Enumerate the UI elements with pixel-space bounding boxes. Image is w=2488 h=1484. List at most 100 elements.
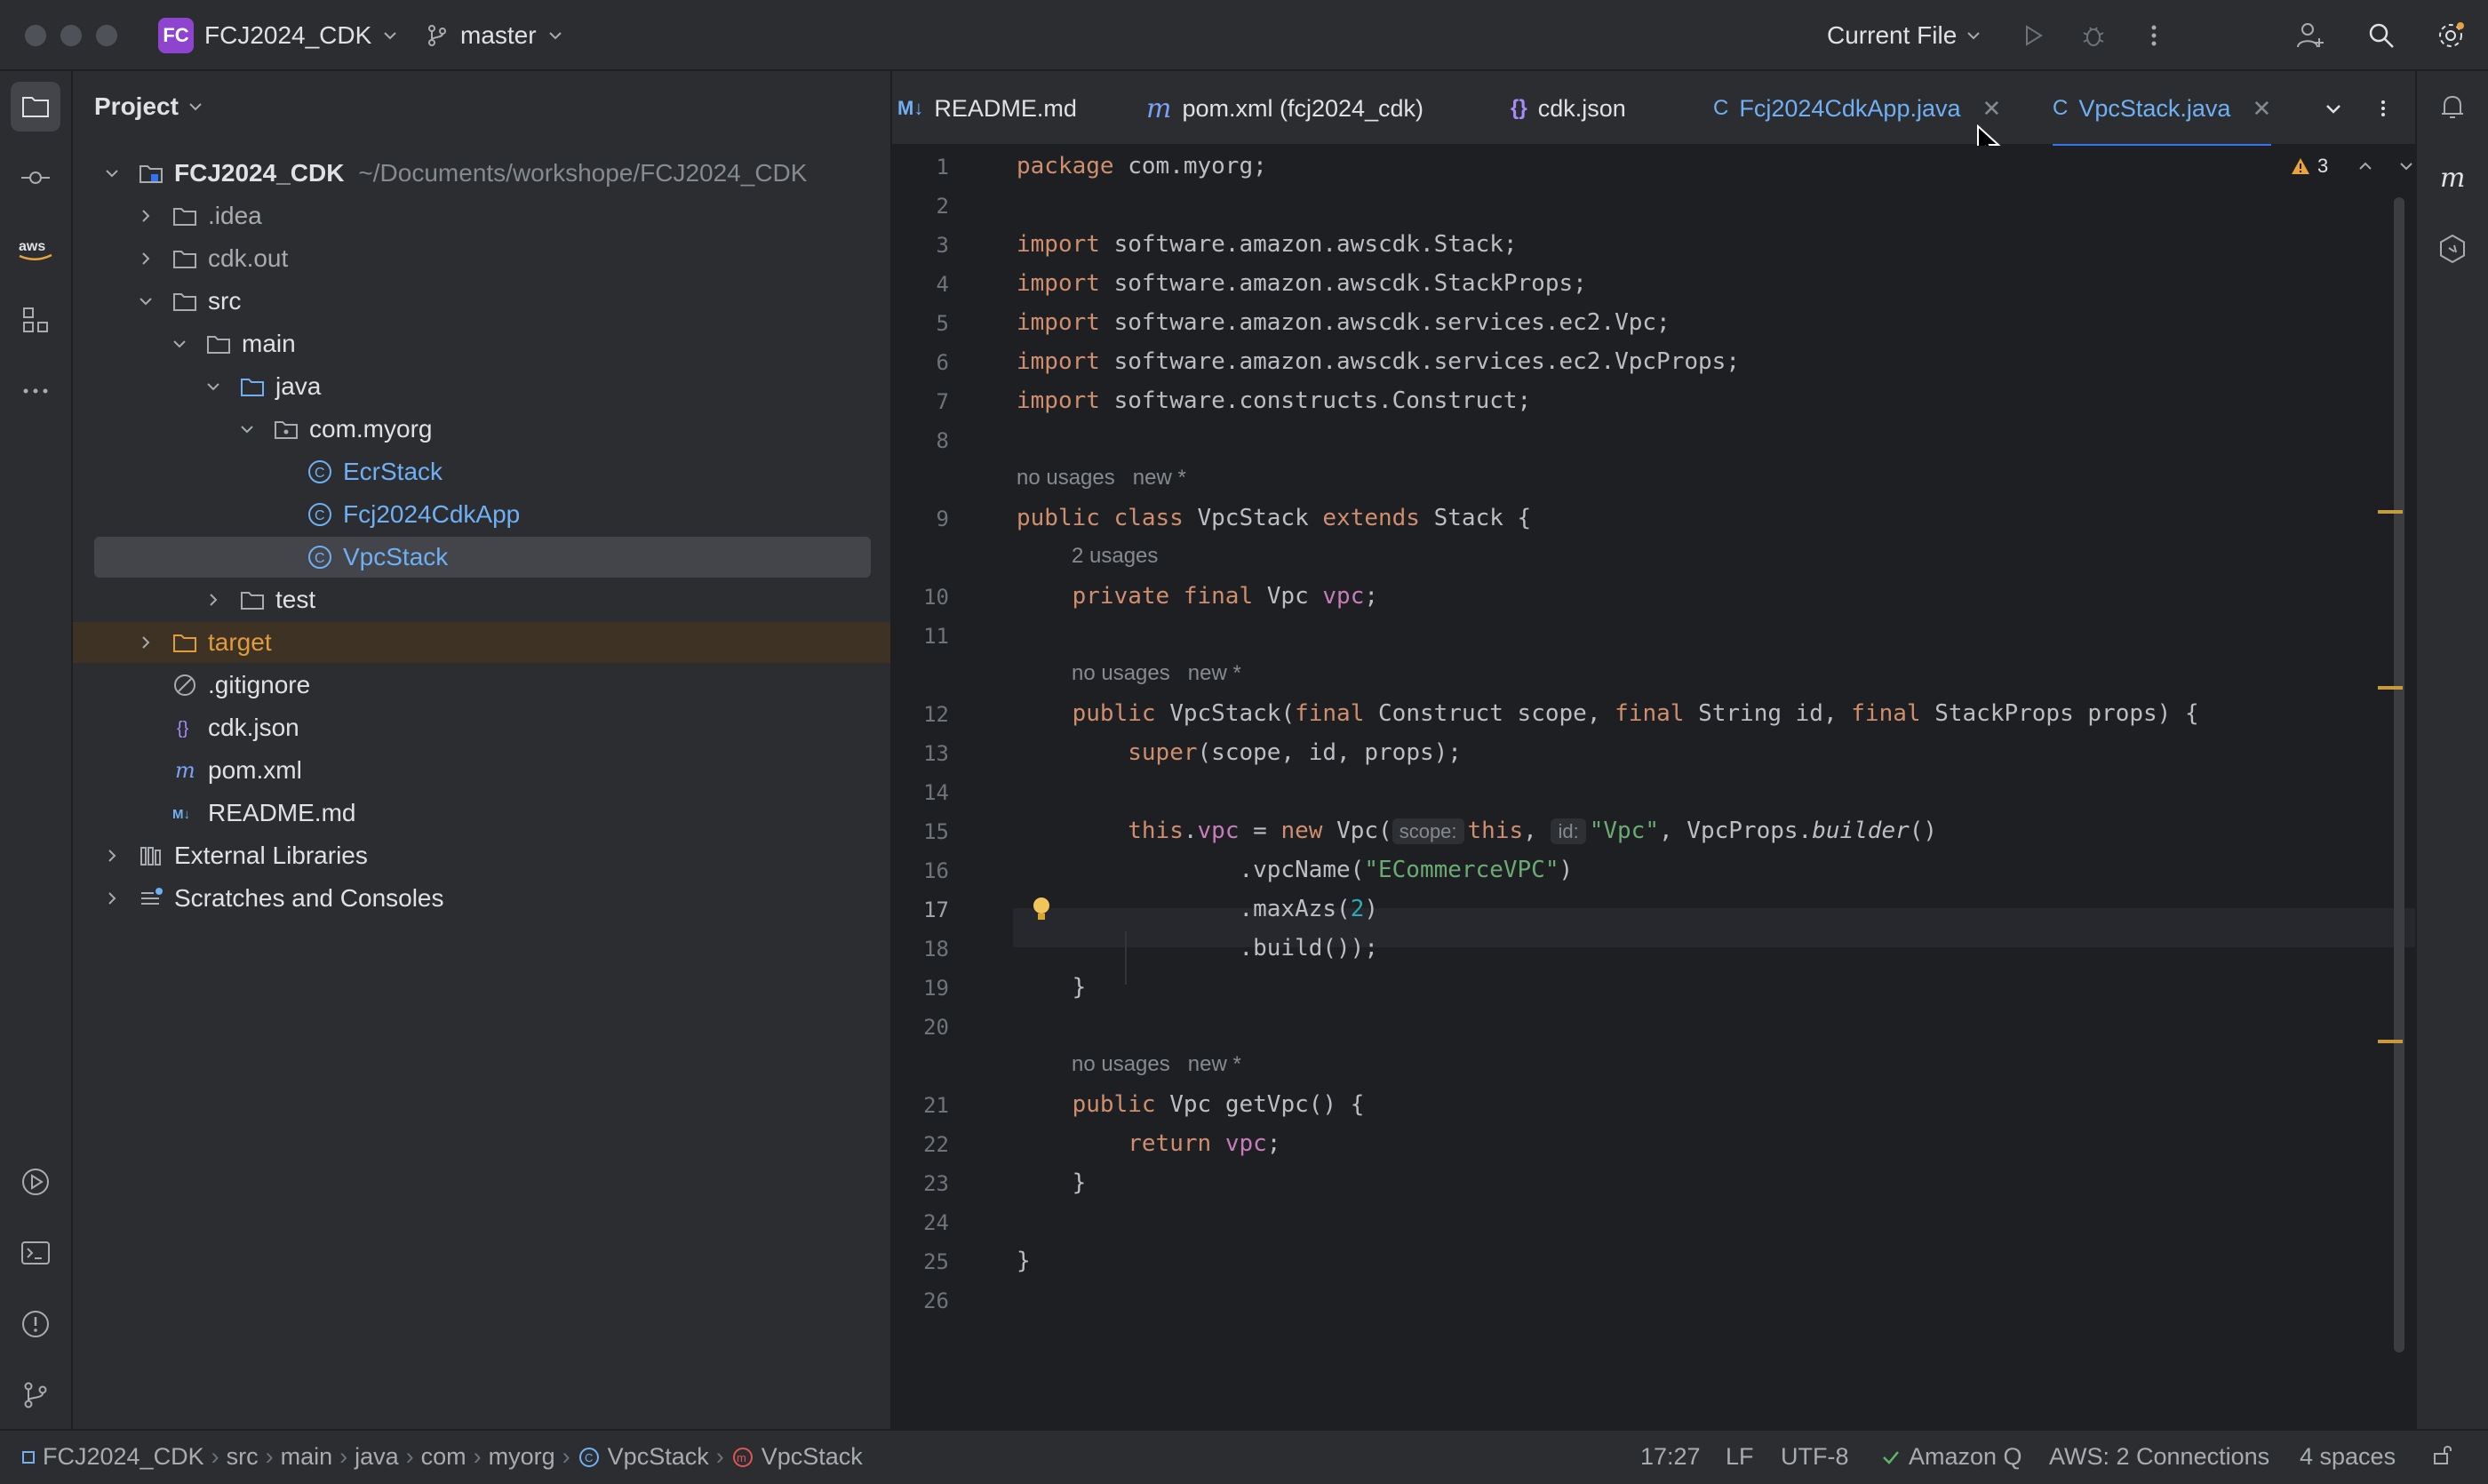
tree-item-target[interactable]: target bbox=[73, 622, 890, 663]
tree-item-ecrstack[interactable]: C EcrStack bbox=[94, 451, 871, 492]
terminal-icon bbox=[21, 1241, 50, 1265]
breadcrumb-item[interactable]: com bbox=[421, 1443, 466, 1471]
maven-tool-button[interactable]: m bbox=[2428, 153, 2477, 203]
tab-readme[interactable]: M↓ README.md bbox=[897, 71, 1077, 146]
project-tool-button[interactable] bbox=[11, 82, 60, 132]
minimize-window-button[interactable] bbox=[60, 25, 82, 46]
tree-item-src[interactable]: src bbox=[94, 281, 871, 322]
git-tool-button[interactable] bbox=[11, 1370, 60, 1420]
tree-item-idea[interactable]: .idea bbox=[94, 195, 871, 236]
chevron-down-icon[interactable] bbox=[2397, 157, 2415, 175]
indent-settings[interactable]: 4 spaces bbox=[2300, 1443, 2396, 1471]
inspection-widget[interactable]: 3 bbox=[2291, 155, 2415, 178]
structure-tool-button[interactable] bbox=[11, 295, 60, 345]
search-icon bbox=[2369, 23, 2394, 48]
tree-item-root[interactable]: FCJ2024_CDK ~/Documents/workshope/FCJ202… bbox=[94, 153, 871, 194]
module-icon bbox=[22, 1450, 35, 1464]
commit-tool-button[interactable] bbox=[11, 153, 60, 203]
notifications-button[interactable] bbox=[2428, 82, 2477, 132]
line-separator[interactable]: LF bbox=[1726, 1443, 1754, 1471]
code-editor[interactable]: 3 1 2 3 4 5 6 7 8 9 10 11 12 13 14 15 16… bbox=[892, 146, 2415, 1429]
tree-item-fcj2024cdkapp[interactable]: C Fcj2024CdkApp bbox=[94, 494, 871, 535]
zoom-window-button[interactable] bbox=[96, 25, 117, 46]
chevron-right-icon[interactable] bbox=[137, 207, 155, 225]
services-tool-button[interactable] bbox=[11, 1157, 60, 1207]
settings-button[interactable] bbox=[2433, 18, 2468, 53]
tree-item-cdk-out[interactable]: cdk.out bbox=[94, 238, 871, 279]
usages-hint[interactable]: no usages new * bbox=[1072, 661, 1241, 686]
chevron-right-icon[interactable] bbox=[103, 847, 121, 865]
warning-marker[interactable] bbox=[2378, 686, 2403, 690]
search-everywhere-button[interactable] bbox=[2364, 18, 2399, 53]
tab-more-button[interactable] bbox=[2372, 71, 2394, 146]
amazon-q-tool-button[interactable] bbox=[2428, 224, 2477, 274]
tree-item-pom-xml[interactable]: m pom.xml bbox=[94, 750, 871, 791]
tree-item-label: cdk.out bbox=[208, 244, 289, 272]
code-with-me-button[interactable] bbox=[2293, 18, 2328, 53]
tree-item-external-libraries[interactable]: External Libraries bbox=[94, 835, 871, 876]
tab-vpcstack[interactable]: C VpcStack.java ✕ bbox=[2053, 71, 2272, 148]
problems-tool-button[interactable] bbox=[11, 1299, 60, 1349]
close-tab-icon[interactable]: ✕ bbox=[1982, 95, 2002, 123]
caret-position[interactable]: 17:27 bbox=[1640, 1443, 1701, 1471]
debug-button[interactable] bbox=[2076, 18, 2111, 53]
usages-hint[interactable]: no usages new * bbox=[1072, 1052, 1241, 1077]
more-tool-windows-button[interactable] bbox=[11, 366, 60, 416]
usages-hint[interactable]: 2 usages bbox=[1072, 544, 1158, 569]
chevron-down-icon[interactable] bbox=[171, 335, 188, 353]
amazon-q-status[interactable]: Amazon Q bbox=[1880, 1443, 2022, 1471]
chevron-right-icon[interactable] bbox=[103, 890, 121, 907]
chevron-down-icon[interactable] bbox=[137, 292, 155, 310]
read-only-toggle[interactable] bbox=[2431, 1443, 2454, 1472]
file-encoding[interactable]: UTF-8 bbox=[1781, 1443, 1849, 1471]
tree-item-readme[interactable]: M↓ README.md bbox=[94, 793, 871, 834]
run-configuration-selector[interactable]: Current File bbox=[1827, 16, 1982, 55]
chevron-right-icon[interactable] bbox=[204, 591, 222, 609]
code-line-25: } bbox=[1017, 1248, 1031, 1274]
warning-marker[interactable] bbox=[2378, 1040, 2403, 1043]
chevron-right-icon[interactable] bbox=[137, 634, 155, 651]
chevron-down-icon[interactable] bbox=[103, 164, 121, 182]
tree-item-cdk-json[interactable]: {} cdk.json bbox=[94, 707, 871, 748]
tree-item-java[interactable]: java bbox=[94, 366, 871, 407]
project-switcher[interactable]: FC FCJ2024_CDK bbox=[158, 16, 398, 55]
breadcrumb-item[interactable]: FCJ2024_CDK bbox=[43, 1443, 204, 1471]
tree-item-scratches[interactable]: Scratches and Consoles bbox=[94, 878, 871, 919]
more-vertical-icon bbox=[2381, 100, 2385, 116]
breadcrumb-item[interactable]: src bbox=[227, 1443, 259, 1471]
tab-pom-xml[interactable]: m pom.xml (fcj2024_cdk) bbox=[1146, 71, 1423, 146]
terminal-tool-button[interactable] bbox=[11, 1228, 60, 1278]
breadcrumb-item[interactable]: VpcStack bbox=[608, 1443, 709, 1471]
breadcrumb-item[interactable]: main bbox=[281, 1443, 333, 1471]
chevron-up-icon[interactable] bbox=[2356, 157, 2374, 175]
vcs-branch-switcher[interactable]: master bbox=[425, 16, 563, 55]
close-tab-icon[interactable]: ✕ bbox=[2252, 95, 2271, 123]
aws-toolkit-button[interactable]: aws bbox=[11, 224, 60, 274]
tab-list-button[interactable] bbox=[2323, 71, 2344, 146]
tab-fcj2024cdkapp[interactable]: C Fcj2024CdkApp.java ✕ bbox=[1713, 71, 2001, 146]
aws-connections[interactable]: AWS: 2 Connections bbox=[2049, 1443, 2269, 1471]
tree-item-package[interactable]: com.myorg bbox=[94, 409, 871, 450]
tab-cdk-json[interactable]: {} cdk.json bbox=[1511, 71, 1626, 146]
editor-scrollbar[interactable] bbox=[2394, 197, 2404, 1352]
tree-item-main[interactable]: main bbox=[94, 323, 871, 364]
line-number-gutter[interactable]: 1 2 3 4 5 6 7 8 9 10 11 12 13 14 15 16 1… bbox=[892, 146, 1013, 1429]
code-line-9: public class VpcStack extends Stack { bbox=[1017, 505, 1532, 531]
project-view-selector[interactable]: Project bbox=[94, 92, 203, 121]
breadcrumb-item[interactable]: VpcStack bbox=[762, 1443, 863, 1471]
tree-item-vpcstack[interactable]: C VpcStack bbox=[94, 537, 871, 578]
tree-item-gitignore[interactable]: .gitignore bbox=[94, 665, 871, 706]
chevron-right-icon[interactable] bbox=[137, 250, 155, 267]
run-button[interactable] bbox=[2015, 18, 2051, 53]
chevron-down-icon[interactable] bbox=[204, 378, 222, 395]
tree-item-test[interactable]: test bbox=[94, 579, 871, 620]
breadcrumb-item[interactable]: java bbox=[355, 1443, 399, 1471]
code-line-18: .build()); bbox=[1017, 935, 1378, 961]
alert-circle-icon bbox=[22, 1311, 49, 1337]
breadcrumb-item[interactable]: myorg bbox=[489, 1443, 555, 1471]
more-actions-button[interactable] bbox=[2136, 18, 2172, 53]
usages-hint[interactable]: no usages new * bbox=[1017, 466, 1186, 491]
chevron-down-icon[interactable] bbox=[238, 420, 256, 438]
warning-marker[interactable] bbox=[2378, 510, 2403, 514]
close-window-button[interactable] bbox=[25, 25, 46, 46]
